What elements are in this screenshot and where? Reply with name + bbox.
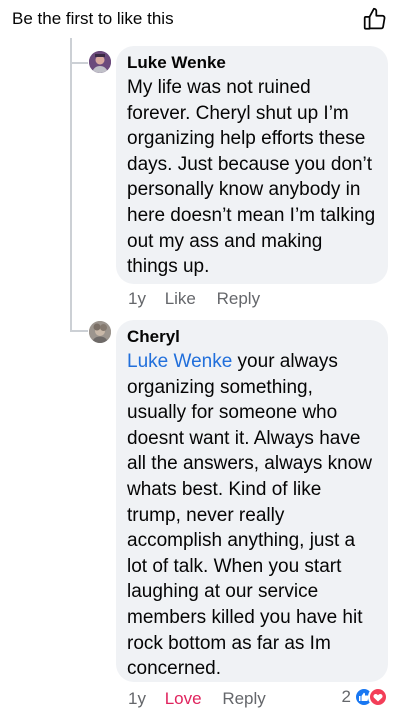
comment-text: Luke Wenke your always organizing someth… <box>127 349 376 682</box>
reaction-count: 2 <box>341 687 351 706</box>
profile-picture-icon <box>89 51 111 73</box>
comment-actions: 1y Like Reply <box>128 289 276 309</box>
comment-author[interactable]: Luke Wenke <box>127 52 376 74</box>
thumbs-up-icon[interactable] <box>362 6 388 32</box>
reply-button[interactable]: Reply <box>217 289 260 308</box>
comment-body: your always organizing something, usuall… <box>127 351 372 680</box>
avatar[interactable] <box>89 321 111 343</box>
comment-author[interactable]: Cheryl <box>127 326 376 348</box>
reaction-summary[interactable]: 2 <box>342 686 388 708</box>
reply-button[interactable]: Reply <box>222 689 265 708</box>
comment-text: My life was not ruined forever. Cheryl s… <box>127 77 376 278</box>
thread-line-branch <box>70 330 88 332</box>
comment-timestamp[interactable]: 1y <box>128 289 146 308</box>
comment-bubble: Luke Wenke My life was not ruined foreve… <box>116 46 388 284</box>
reactions-summary[interactable]: Be the first to like this <box>12 9 174 29</box>
like-button[interactable]: Like <box>165 289 196 308</box>
profile-picture-icon <box>89 321 111 343</box>
love-reaction-button[interactable]: Love <box>165 689 202 708</box>
comment-actions: 1y Love Reply <box>128 689 282 709</box>
thread-line-branch <box>70 62 88 64</box>
avatar[interactable] <box>89 51 111 73</box>
comment-timestamp[interactable]: 1y <box>128 689 146 708</box>
reactions-header: Be the first to like this <box>0 0 400 40</box>
comment-bubble: Cheryl Luke Wenke your always organizing… <box>116 320 388 682</box>
love-reaction-icon <box>368 687 388 707</box>
thread-line <box>70 62 72 332</box>
mention-link[interactable]: Luke Wenke <box>127 351 232 372</box>
